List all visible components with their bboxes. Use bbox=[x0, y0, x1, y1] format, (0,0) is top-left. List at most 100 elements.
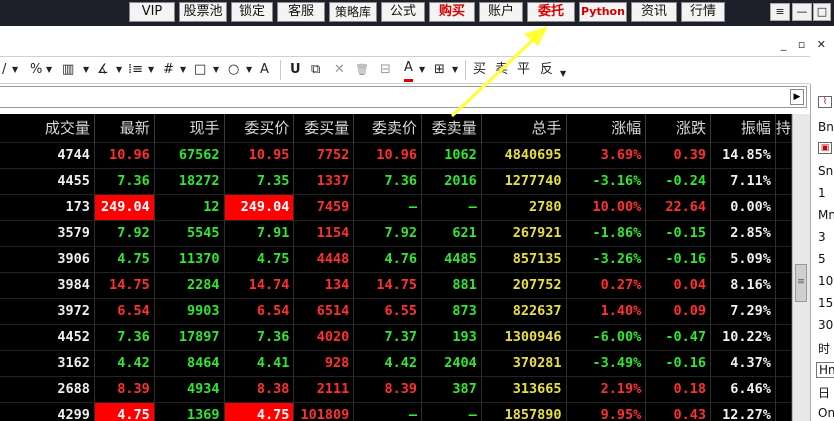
table-row[interactable]: 3579 7.92 5545 7.91 1154 7.92 621 267921 -1.86% -… bbox=[0, 219, 792, 246]
col-header-ask-price[interactable]: 委卖价 bbox=[353, 114, 423, 142]
col-header-ask-volume[interactable]: 委卖量 bbox=[421, 114, 482, 142]
table-row[interactable]: 2688 8.39 4934 8.38 2111 8.39 387 313665 2.19% 0.… bbox=[0, 375, 792, 402]
period-item[interactable]: 15 bbox=[818, 296, 833, 310]
trade-sell-button[interactable]: 卖 bbox=[495, 61, 508, 79]
maximize-icon[interactable]: □ bbox=[813, 3, 831, 21]
chevron-down-icon[interactable]: ▼ bbox=[452, 61, 458, 79]
copy-tool-icon[interactable]: ⧉ bbox=[311, 61, 320, 79]
table-row[interactable]: 4299 4.75 1369 4.75 101809— —1857890 9.95% 0.43… bbox=[0, 401, 792, 421]
minimize-icon[interactable]: — bbox=[792, 3, 812, 21]
col-header-bid-price[interactable]: 委买价 bbox=[224, 114, 295, 142]
chevron-down-icon[interactable]: ▼ bbox=[46, 61, 52, 79]
table-row[interactable]: 3972 6.54 9903 6.54 6514 6.55 873 822637 1.40% 0.… bbox=[0, 297, 792, 324]
chevron-down-icon[interactable]: ▼ bbox=[148, 61, 154, 79]
table-row[interactable]: 4455 7.36 18272 7.35 1337 7.36 2016 1277740 -3.1… bbox=[0, 167, 792, 194]
trash-tool-icon[interactable]: 🗑 bbox=[355, 61, 369, 79]
trade-buy-button[interactable]: 买 bbox=[473, 61, 486, 79]
trade-reverse-button[interactable]: 反 bbox=[540, 61, 553, 79]
col-header-volume[interactable]: 成交量 bbox=[0, 114, 95, 142]
cell-change: 22.64 bbox=[645, 193, 712, 220]
chevron-down-icon[interactable]: ▼ bbox=[180, 61, 186, 79]
service-button[interactable]: 客服 bbox=[277, 2, 325, 22]
strategy-library-button[interactable]: 策略库 bbox=[329, 2, 377, 22]
line-tool-icon[interactable]: / bbox=[2, 61, 6, 79]
cell-pct-change: 10.00% bbox=[566, 193, 647, 220]
period-item[interactable]: 3 bbox=[818, 230, 826, 244]
quotes-button[interactable]: 行情 bbox=[681, 2, 725, 22]
cell-last: 4.42 bbox=[94, 349, 155, 376]
news-button[interactable]: 资讯 bbox=[631, 2, 677, 22]
chevron-down-icon[interactable]: ▼ bbox=[116, 61, 122, 79]
ruler-tool-icon[interactable]: ▥ bbox=[62, 61, 74, 79]
magnet-tool-icon[interactable]: U bbox=[290, 61, 301, 79]
chevron-down-icon[interactable]: ▼ bbox=[213, 61, 219, 79]
period-item[interactable]: 5 bbox=[818, 252, 826, 266]
period-item[interactable]: 30 bbox=[818, 318, 833, 332]
col-header-change[interactable]: 涨跌 bbox=[645, 114, 712, 142]
chevron-down-icon[interactable]: ▼ bbox=[246, 61, 252, 79]
text-tool-icon[interactable]: A bbox=[260, 61, 269, 79]
entrust-button[interactable]: 委托 bbox=[527, 2, 575, 22]
percent-tool-icon[interactable]: % bbox=[30, 61, 42, 79]
cell-pct-change: 0.27% bbox=[566, 271, 647, 298]
table-row[interactable]: 3984 14.75 2284 14.74 134 14.75 881 207752 0.27%… bbox=[0, 271, 792, 298]
delete-tool-icon[interactable]: ✕ bbox=[334, 61, 345, 79]
period-item[interactable]: 时 bbox=[818, 340, 830, 357]
rectangle-tool-icon[interactable]: □ bbox=[194, 61, 206, 79]
vertical-scrollbar[interactable]: ≡ bbox=[792, 114, 810, 421]
period-item[interactable]: On bbox=[818, 406, 834, 420]
table-row[interactable]: 3162 4.42 8464 4.41 928 4.42 2404 370281 -3.49% -… bbox=[0, 349, 792, 376]
menu-icon[interactable]: ≡ bbox=[770, 3, 790, 21]
account-button[interactable]: 账户 bbox=[479, 2, 523, 22]
cell-total: 857135 bbox=[481, 245, 567, 272]
cell-ask-volume: 2404 bbox=[421, 349, 482, 376]
cell-amplitude: 0.00% bbox=[710, 193, 776, 220]
grid-tool-icon[interactable]: # bbox=[163, 61, 174, 79]
chevron-right-icon[interactable]: ▶ bbox=[790, 89, 804, 105]
table-row[interactable]: 4744 10.96 67562 10.95 7752 10.96 1062 4840695 3… bbox=[0, 141, 792, 168]
kline-icon[interactable]: ▣ bbox=[818, 142, 832, 154]
save-tool-icon[interactable]: ⊞ bbox=[434, 61, 445, 79]
col-header-bid-volume[interactable]: 委买量 bbox=[293, 114, 355, 142]
period-item[interactable]: Bn bbox=[818, 120, 834, 134]
cell-change: -0.16 bbox=[645, 349, 712, 376]
scrollbar-thumb[interactable]: ≡ bbox=[795, 264, 807, 302]
stock-pool-button[interactable]: 股票池 bbox=[179, 2, 227, 22]
ellipse-tool-icon[interactable]: ○ bbox=[228, 61, 239, 79]
period-item[interactable]: 10 bbox=[818, 274, 833, 288]
period-item[interactable]: Sn bbox=[818, 164, 833, 178]
lock-tool-icon[interactable]: ⊟ bbox=[380, 61, 391, 79]
fib-tool-icon[interactable]: ⁞≡ bbox=[128, 61, 143, 79]
cell-current-hand: 67562 bbox=[154, 141, 225, 168]
vip-button[interactable]: VIP bbox=[129, 2, 175, 22]
cell-ask-volume: — bbox=[421, 401, 482, 421]
formula-button[interactable]: 公式 bbox=[381, 2, 425, 22]
chart-icon[interactable]: ⌇ bbox=[818, 96, 832, 108]
table-row[interactable]: 173 249.04 12 249.04 7459— —2780 10.00% 22.64 0.… bbox=[0, 193, 792, 220]
period-item[interactable]: Mn bbox=[818, 208, 834, 222]
col-header-current-hand[interactable]: 现手 bbox=[154, 114, 225, 142]
col-header-last[interactable]: 最新 bbox=[94, 114, 155, 142]
chevron-down-icon[interactable]: ▼ bbox=[83, 61, 89, 79]
cell-last: 8.39 bbox=[94, 375, 155, 402]
symbol-input[interactable]: ▶ bbox=[0, 86, 807, 108]
period-item-selected[interactable]: Hn bbox=[816, 362, 834, 378]
lock-button[interactable]: 锁定 bbox=[231, 2, 273, 22]
chevron-down-icon[interactable]: ▼ bbox=[560, 65, 566, 83]
trade-close-button[interactable]: 平 bbox=[517, 61, 530, 79]
color-tool-icon[interactable]: A bbox=[404, 61, 413, 82]
chevron-down-icon[interactable]: ▼ bbox=[419, 61, 425, 79]
chevron-down-icon[interactable]: ▼ bbox=[12, 61, 18, 79]
col-header-amplitude[interactable]: 振幅 bbox=[710, 114, 776, 142]
col-header-total[interactable]: 总手 bbox=[481, 114, 567, 142]
col-header-pct-change[interactable]: 涨幅 bbox=[566, 114, 647, 142]
period-item[interactable]: 日 bbox=[818, 384, 830, 401]
col-header-position[interactable]: 持 bbox=[775, 114, 792, 142]
angle-tool-icon[interactable]: ∡ bbox=[97, 61, 109, 79]
python-button[interactable]: Python bbox=[579, 2, 627, 22]
buy-button[interactable]: 购买 bbox=[429, 2, 475, 22]
subwindow-controls[interactable]: _ ▫ ✕ bbox=[781, 38, 830, 51]
table-row[interactable]: 3906 4.75 11370 4.75 4448 4.76 4485 857135 -3.26… bbox=[0, 245, 792, 272]
period-item[interactable]: 1 bbox=[818, 186, 826, 200]
table-row[interactable]: 4452 7.36 17897 7.36 4020 7.37 193 1300946 -6.00… bbox=[0, 323, 792, 350]
